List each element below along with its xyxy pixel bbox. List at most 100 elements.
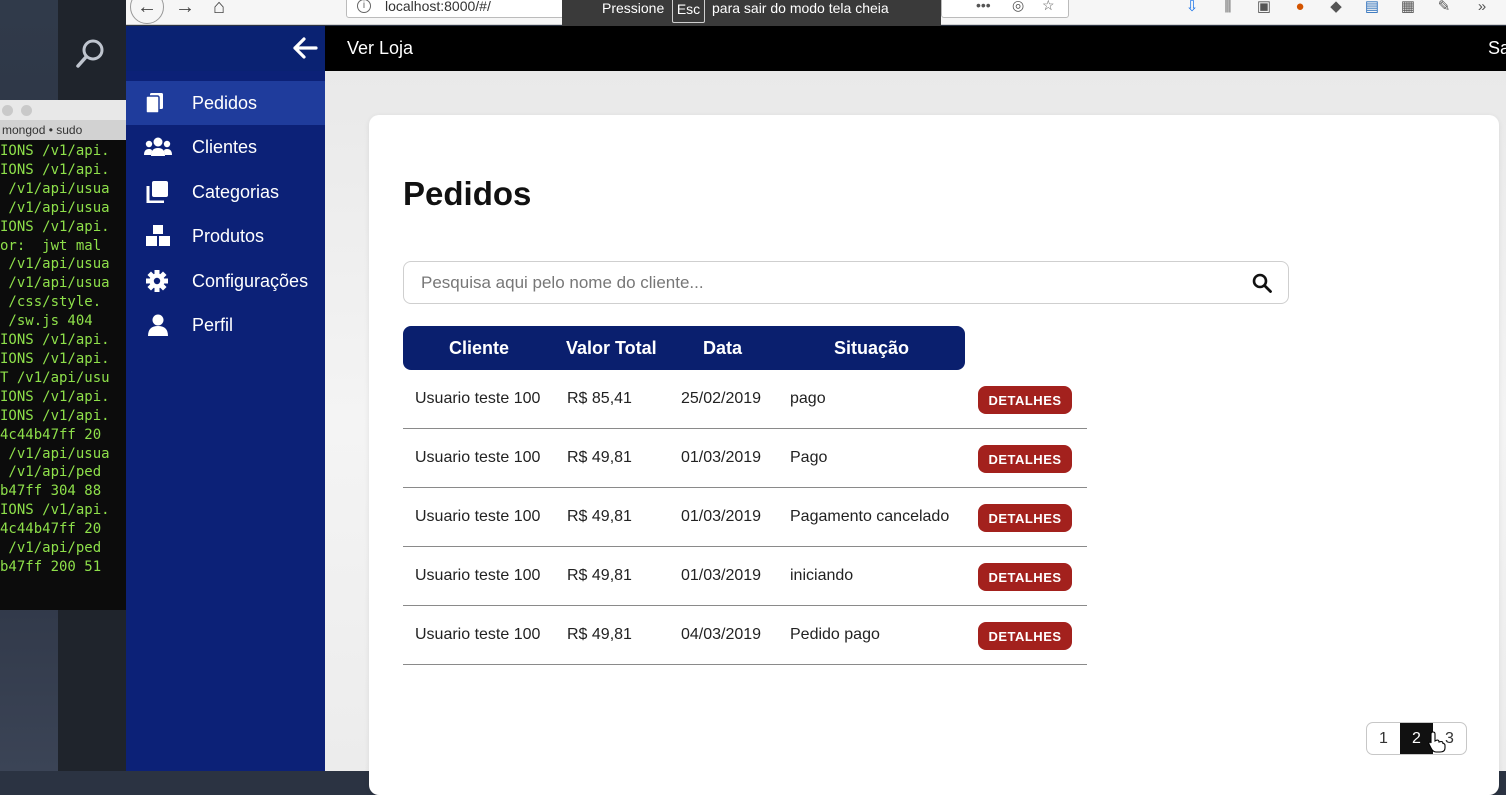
more-icon[interactable]: ••• <box>976 0 991 13</box>
address-bar[interactable]: i localhost:8000/#/ <box>346 0 566 18</box>
cell-data: 25/02/2019 <box>681 390 762 407</box>
terminal-line: /v1/api/ped <box>0 464 102 481</box>
sidebar-item-label: Produtos <box>192 226 265 246</box>
sidebar-item-perfil[interactable]: Perfil <box>126 303 325 347</box>
terminal-line: /css/style. <box>0 294 102 311</box>
details-button[interactable]: DETALHES <box>978 386 1072 414</box>
details-button[interactable]: DETALHES <box>978 445 1072 473</box>
cell-situacao: Pedido pago <box>790 626 880 643</box>
terminal-line: IONS /v1/api. <box>0 350 110 367</box>
clone-icon <box>146 181 168 203</box>
terminal-line: /v1/api/usua <box>0 199 110 216</box>
url-text: localhost:8000/#/ <box>385 0 491 14</box>
page-title: Pedidos <box>403 175 532 212</box>
terminal-line: or: jwt mal <box>0 237 102 254</box>
terminal-line: /v1/api/usua <box>0 180 110 197</box>
details-button[interactable]: DETALHES <box>978 622 1072 650</box>
fullscreen-notice-text: Pressione <box>602 0 665 16</box>
terminal-line: IONS /v1/api. <box>0 388 110 405</box>
cell-situacao: iniciando <box>790 567 854 584</box>
sidebar: Pedidos Clientes Categorias Produtos Con… <box>126 71 325 771</box>
cell-valor-total: R$ 85,41 <box>567 390 632 407</box>
sidebar-item-label: Configurações <box>192 271 309 291</box>
details-button[interactable]: DETALHES <box>978 504 1072 532</box>
header-store-link[interactable]: Ver Loja <box>347 26 413 71</box>
header-logout-link[interactable]: Sa <box>1488 26 1506 71</box>
forward-button[interactable]: → <box>170 0 200 22</box>
pocket-icon[interactable]: ◎ <box>1012 0 1024 14</box>
table-row: Usuario teste 100 R$ 85,41 25/02/2019 pago D… <box>403 370 1087 429</box>
terminal-line: IONS /v1/api. <box>0 407 110 424</box>
cell-cliente: Usuario teste 100 <box>415 567 541 584</box>
back-button[interactable]: ← <box>130 0 164 24</box>
extension-icon[interactable]: ◆ <box>1326 0 1346 16</box>
cell-valor-total: R$ 49,81 <box>567 449 632 466</box>
cell-data: 01/03/2019 <box>681 508 762 525</box>
terminal-line: /v1/api/usua <box>0 275 110 292</box>
main-content: Pedidos Cliente Valor Total Data Situaçã… <box>325 71 1506 795</box>
sidebar-item-label: Clientes <box>192 137 258 157</box>
info-icon[interactable]: i <box>357 0 371 13</box>
download-icon[interactable]: ⇩ <box>1182 0 1202 16</box>
terminal-line: IONS /v1/api. <box>0 502 110 519</box>
cell-situacao: pago <box>790 390 826 407</box>
orders-card: Pedidos Cliente Valor Total Data Situaçã… <box>369 115 1499 795</box>
sidebar-item-clientes[interactable]: Clientes <box>126 125 325 169</box>
sidebar-header <box>126 26 325 71</box>
overflow-menu-icon[interactable]: » <box>1472 0 1492 16</box>
terminal-line: IONS /v1/api. <box>0 161 110 178</box>
cell-data: 04/03/2019 <box>681 626 762 643</box>
home-icon[interactable]: ⌂ <box>204 0 234 22</box>
extension-icon[interactable]: ✎ <box>1434 0 1454 16</box>
sidebar-item-configuracoes[interactable]: Configurações <box>126 259 325 303</box>
terminal-line: IONS /v1/api. <box>0 143 110 159</box>
sidebar-item-label: Categorias <box>192 182 280 202</box>
hand-cursor-icon <box>1428 731 1446 753</box>
sidebar-toggle-icon[interactable]: ▣ <box>1254 0 1274 16</box>
fullscreen-notice-text: para sair do modo tela cheia <box>712 0 889 16</box>
page-button-1[interactable]: 1 <box>1367 723 1400 754</box>
cell-situacao: Pago <box>790 449 828 466</box>
extension-icon[interactable]: ● <box>1290 0 1310 16</box>
table-row: Usuario teste 100 R$ 49,81 01/03/2019 inici… <box>403 547 1087 606</box>
pagination: 1 2 3 <box>1366 722 1467 755</box>
cell-valor-total: R$ 49,81 <box>567 508 632 525</box>
user-icon <box>148 314 168 336</box>
search-input[interactable] <box>404 262 1234 303</box>
window-close-dot[interactable] <box>2 105 13 116</box>
terminal-line: 4c44b47ff 20 <box>0 521 102 538</box>
cell-situacao: Pagamento cancelado <box>790 508 950 525</box>
cell-cliente: Usuario teste 100 <box>415 626 541 643</box>
terminal-line: IONS /v1/api. <box>0 332 110 349</box>
terminal-line: /sw.js 404 <box>0 313 102 330</box>
library-icon[interactable]: ⫼ <box>1218 0 1238 16</box>
details-button[interactable]: DETALHES <box>978 563 1072 591</box>
sidebar-item-produtos[interactable]: Produtos <box>126 214 325 258</box>
terminal-line: 4c44b47ff 20 <box>0 426 102 443</box>
cell-valor-total: R$ 49,81 <box>567 567 632 584</box>
search-icon[interactable] <box>74 36 108 70</box>
column-header-situacao[interactable]: Situação <box>834 326 909 370</box>
arrow-left-icon[interactable] <box>292 36 318 60</box>
column-header-valor-total[interactable]: Valor Total <box>566 326 657 370</box>
sidebar-item-pedidos[interactable]: Pedidos <box>126 81 325 125</box>
terminal-line: b47ff 200 51 <box>0 558 102 575</box>
sidebar-item-categorias[interactable]: Categorias <box>126 170 325 214</box>
gear-icon <box>146 270 168 292</box>
search-icon[interactable] <box>1252 273 1272 293</box>
bookmark-star-icon[interactable]: ☆ <box>1042 0 1055 14</box>
terminal-line: IONS /v1/api. <box>0 218 110 235</box>
extension-icon[interactable]: ▤ <box>1362 0 1382 16</box>
search-field <box>403 261 1289 304</box>
extension-icon[interactable]: ▦ <box>1398 0 1418 16</box>
window-minimize-dot[interactable] <box>21 105 32 116</box>
terminal-line: b47ff 304 88 <box>0 483 102 500</box>
cell-cliente: Usuario teste 100 <box>415 449 541 466</box>
cell-data: 01/03/2019 <box>681 567 762 584</box>
sidebar-item-label: Perfil <box>192 315 234 335</box>
cell-data: 01/03/2019 <box>681 449 762 466</box>
column-header-cliente[interactable]: Cliente <box>449 326 509 370</box>
terminal-tab[interactable]: mongod • sudo <box>0 120 126 140</box>
column-header-data[interactable]: Data <box>703 326 742 370</box>
app-header: Ver Loja Sa <box>126 26 1506 71</box>
